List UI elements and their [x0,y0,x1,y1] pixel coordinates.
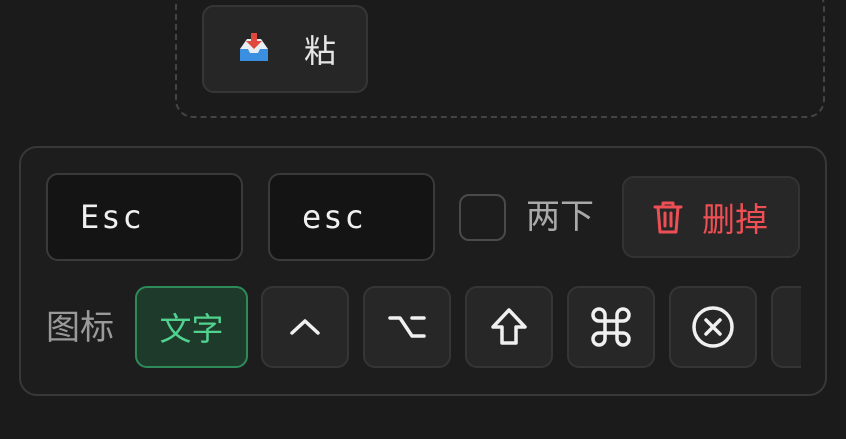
inbox-tray-icon [234,29,274,69]
icon-picker-label: 图标 [46,308,114,348]
icon-option-option[interactable] [363,286,451,368]
key-display-input[interactable]: Esc [46,173,243,261]
icon-option-text[interactable]: 文字 [135,286,248,368]
double-tap-checkbox[interactable] [459,194,506,241]
icon-option-command[interactable] [567,286,655,368]
double-tap-label: 两下 [526,197,594,237]
delete-button-label: 删掉 [702,200,768,239]
icon-option-more[interactable] [771,286,801,368]
icon-option-shift[interactable] [465,286,553,368]
icon-option-escape[interactable] [669,286,757,368]
trash-icon [650,197,686,237]
shortcut-editor: 粘 Esc esc 两下 删掉 图标 文字 [0,0,846,439]
icon-picker-strip: 文字 [135,286,801,370]
control-caret-icon [290,319,320,335]
shift-arrow-icon [491,308,527,345]
delete-button[interactable]: 删掉 [622,176,800,258]
option-key-icon [388,316,426,338]
command-key-icon [591,307,631,347]
paste-button-label: 粘 [304,32,337,70]
paste-button[interactable]: 粘 [202,5,368,93]
escape-circle-x-icon [692,306,734,348]
icon-option-control[interactable] [261,286,349,368]
key-code-input[interactable]: esc [268,173,435,261]
more-icon [793,305,801,349]
